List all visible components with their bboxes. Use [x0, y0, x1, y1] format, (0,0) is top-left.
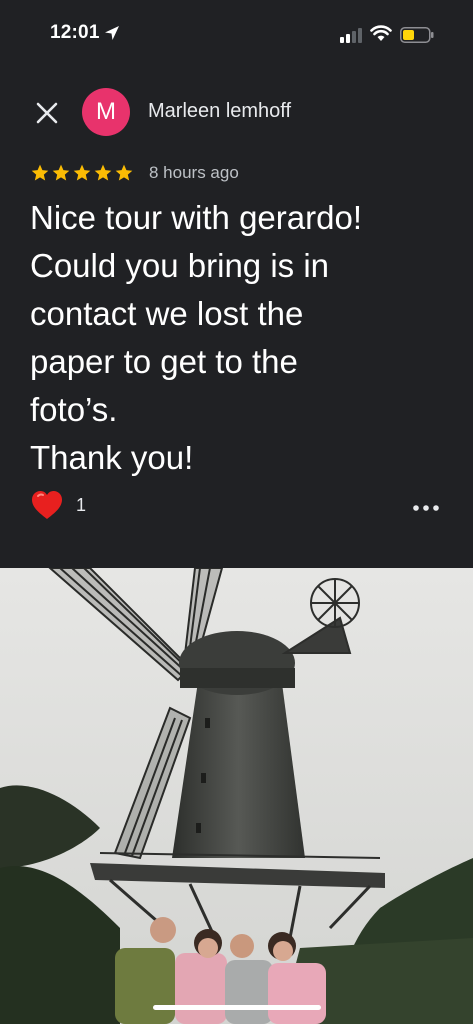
star-icon: [31, 164, 49, 181]
avatar-letter: M: [96, 98, 116, 125]
avatar[interactable]: M: [82, 88, 130, 136]
review-time: 8 hours ago: [149, 163, 239, 182]
heart-icon[interactable]: [30, 488, 64, 522]
star-icon: [73, 164, 91, 181]
reaction[interactable]: 1: [30, 488, 86, 522]
star-icon: [115, 164, 133, 181]
star-icon: [52, 164, 70, 181]
review-text: Nice tour with gerardo! Could you bring …: [30, 199, 362, 476]
windmill-photo[interactable]: [0, 568, 473, 1024]
reviewer-name[interactable]: Marleen lemhoff: [148, 100, 291, 123]
status-bar: 12:01: [0, 0, 473, 70]
photo-illustration: [0, 568, 473, 1024]
reaction-count: 1: [76, 494, 87, 515]
status-time: 12:01: [50, 22, 100, 43]
close-icon[interactable]: [34, 100, 60, 126]
home-indicator[interactable]: [153, 1005, 321, 1010]
review-header: M Marleen lemhoff: [0, 88, 473, 136]
wifi-icon: [370, 25, 392, 41]
battery-low-icon: [400, 27, 434, 43]
cellular-signal-icon: [340, 28, 362, 43]
location-arrow-icon: [105, 26, 119, 40]
review-meta: 8 hours ago: [30, 160, 239, 186]
star-rating: [30, 163, 134, 183]
star-icon: [94, 164, 112, 181]
more-options-icon[interactable]: [410, 496, 442, 520]
